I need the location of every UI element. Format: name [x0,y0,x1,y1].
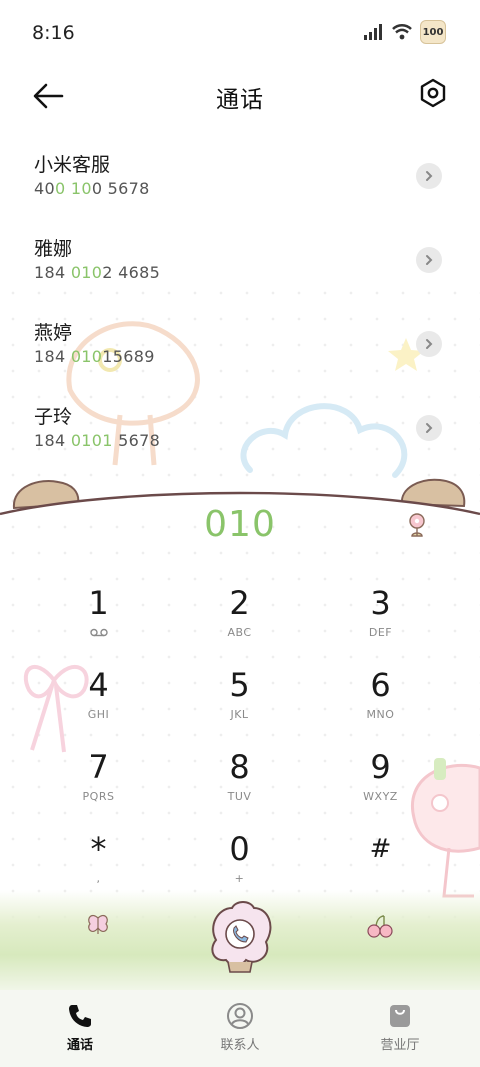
contact-row[interactable]: 燕婷 184 01015689 [0,304,480,388]
voicemail-icon [90,628,108,637]
butterfly-icon[interactable] [86,912,110,938]
contact-number: 184 01015689 [34,347,155,366]
key-3[interactable]: 3 DEF [310,582,451,664]
keypad-row: 1 2 ABC 3 DEF [28,582,452,664]
contact-name: 雅娜 [34,238,73,260]
contact-number: 400 100 5678 [34,179,150,198]
flower-icon[interactable] [404,512,430,540]
contact-name: 小米客服 [34,154,111,176]
key-1[interactable]: 1 [28,582,169,664]
bottom-navigation: 通话 联系人 营业厅 [0,990,480,1067]
settings-icon[interactable] [418,78,448,108]
contact-row[interactable]: 子玲 184 0101 5678 [0,388,480,472]
contact-detail-button[interactable] [416,415,442,441]
wifi-icon [392,24,412,40]
call-button[interactable] [206,900,274,974]
chevron-right-icon [426,423,433,433]
chevron-right-icon [426,171,433,181]
cherries-icon[interactable] [366,914,394,938]
signal-icon [364,24,382,40]
contact-detail-button[interactable] [416,331,442,357]
phone-icon [69,1005,91,1027]
nav-contacts[interactable]: 联系人 [160,990,320,1067]
app-bar: 通话 [0,68,480,122]
contact-name: 燕婷 [34,322,73,344]
contact-detail-button[interactable] [416,247,442,273]
dial-keypad: 1 2 ABC 3 DEF 4 GHI 5 JKL 6 MNO 7 PQRS 8… [28,582,452,910]
battery-indicator: 100 [420,20,446,44]
contact-row[interactable]: 雅娜 184 0102 4685 [0,220,480,304]
chevron-right-icon [426,255,433,265]
status-icons: 100 [364,20,446,44]
contact-detail-button[interactable] [416,163,442,189]
bag-icon [390,1005,410,1027]
page-title: 通话 [216,87,264,113]
key-9[interactable]: 9 WXYZ [310,746,451,828]
contact-number: 184 0101 5678 [34,431,161,450]
contact-row[interactable]: 小米客服 400 100 5678 [0,136,480,220]
key-4[interactable]: 4 GHI [28,664,169,746]
nav-calls[interactable]: 通话 [0,990,160,1067]
key-8[interactable]: 8 TUV [169,746,310,828]
person-icon [227,1003,253,1029]
key-7[interactable]: 7 PQRS [28,746,169,828]
key-2[interactable]: 2 ABC [169,582,310,664]
contact-suggestion-list: 小米客服 400 100 5678 雅娜 184 0102 4685 燕婷 18… [0,136,480,472]
keypad-row: 4 GHI 5 JKL 6 MNO [28,664,452,746]
status-time: 8:16 [32,22,75,44]
nav-service-hall[interactable]: 营业厅 [320,990,480,1067]
status-bar: 8:16 100 [0,0,480,64]
key-5[interactable]: 5 JKL [169,664,310,746]
key-6[interactable]: 6 MNO [310,664,451,746]
keypad-row: 7 PQRS 8 TUV 9 WXYZ [28,746,452,828]
chevron-right-icon [426,339,433,349]
contact-name: 子玲 [34,406,73,428]
contact-number: 184 0102 4685 [34,263,161,282]
